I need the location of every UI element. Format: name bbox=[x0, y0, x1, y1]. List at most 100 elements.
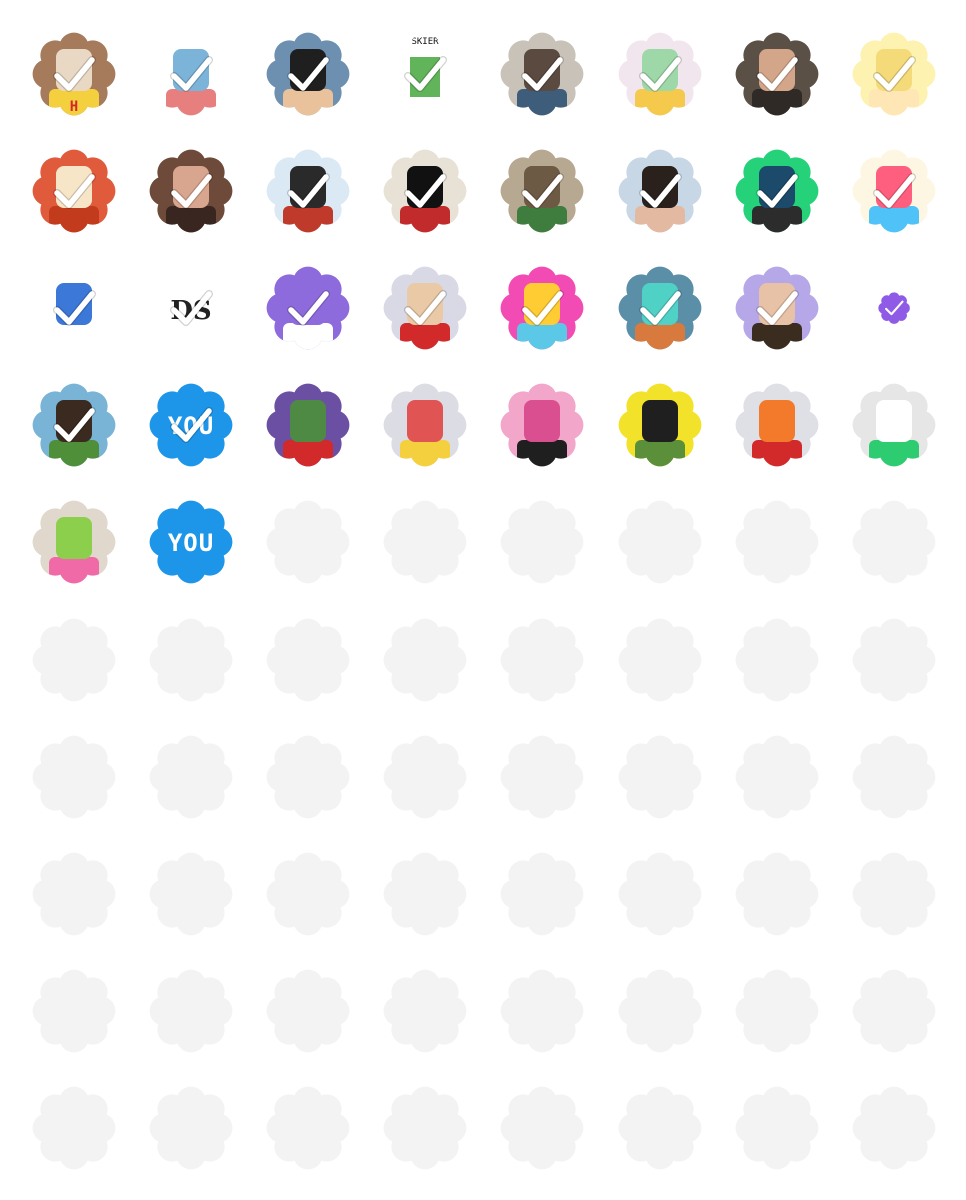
empty-badge-slot[interactable] bbox=[497, 615, 587, 705]
avatar-badge-orange-hair-cartoon[interactable] bbox=[29, 146, 119, 236]
empty-slot-shape bbox=[149, 735, 233, 819]
avatar-body bbox=[635, 323, 685, 350]
empty-badge-slot[interactable] bbox=[380, 849, 470, 939]
empty-slot-shape bbox=[500, 1086, 584, 1170]
avatar-badge-pixel-blonde-woman[interactable] bbox=[849, 29, 939, 119]
empty-badge-slot[interactable] bbox=[380, 966, 470, 1056]
empty-badge-slot[interactable] bbox=[615, 966, 705, 1056]
empty-badge-slot[interactable] bbox=[263, 849, 353, 939]
empty-badge-slot[interactable] bbox=[380, 497, 470, 587]
avatar-body bbox=[517, 89, 567, 116]
avatar-body bbox=[517, 206, 567, 233]
empty-badge-slot[interactable] bbox=[29, 849, 119, 939]
empty-badge-slot[interactable] bbox=[497, 497, 587, 587]
empty-badge-slot[interactable] bbox=[263, 732, 353, 822]
empty-badge-slot[interactable] bbox=[29, 1083, 119, 1173]
avatar-badge-pixel-man-black-hair[interactable] bbox=[263, 29, 353, 119]
avatar-body bbox=[752, 206, 802, 233]
avatar-badge-pixel-pink-pig[interactable] bbox=[497, 380, 587, 470]
empty-slot-shape bbox=[852, 969, 936, 1053]
avatar-badge-pixel-sunglasses-man[interactable] bbox=[380, 263, 470, 353]
avatar-badge-pixel-bearded-man[interactable] bbox=[29, 380, 119, 470]
empty-badge-slot[interactable] bbox=[849, 497, 939, 587]
avatar-badge-floral-collage[interactable] bbox=[146, 29, 236, 119]
empty-badge-slot[interactable] bbox=[732, 849, 822, 939]
avatar-badge-skier-sketch[interactable]: SKIER bbox=[380, 29, 470, 119]
empty-slot-shape bbox=[500, 852, 584, 936]
avatar-badge-pixel-hat-yellow-shirt[interactable]: H bbox=[29, 29, 119, 119]
empty-slot-shape bbox=[383, 969, 467, 1053]
empty-slot-shape bbox=[149, 1086, 233, 1170]
empty-badge-slot[interactable] bbox=[263, 497, 353, 587]
empty-badge-slot[interactable] bbox=[380, 732, 470, 822]
empty-badge-slot[interactable] bbox=[497, 849, 587, 939]
avatar-badge-green-neon-silhouette[interactable] bbox=[732, 146, 822, 236]
avatar-badge-pink-helmet-toy[interactable] bbox=[497, 263, 587, 353]
empty-slot-shape bbox=[383, 618, 467, 702]
empty-badge-slot[interactable] bbox=[380, 1083, 470, 1173]
avatar-badge-pixel-orange-elf[interactable] bbox=[732, 380, 822, 470]
empty-badge-slot[interactable] bbox=[732, 1083, 822, 1173]
empty-badge-slot[interactable] bbox=[849, 849, 939, 939]
empty-slot-shape bbox=[383, 500, 467, 584]
avatar-badge-pixel-green-goblin[interactable] bbox=[29, 497, 119, 587]
empty-slot-shape bbox=[266, 1086, 350, 1170]
avatar-badge-you-badge[interactable]: YOU bbox=[146, 497, 236, 587]
empty-slot-shape bbox=[149, 852, 233, 936]
empty-badge-slot[interactable] bbox=[615, 849, 705, 939]
avatar-badge-purple-verified-badge[interactable] bbox=[263, 263, 353, 353]
empty-badge-slot[interactable] bbox=[497, 966, 587, 1056]
empty-slot-shape bbox=[852, 735, 936, 819]
empty-badge-slot[interactable] bbox=[29, 966, 119, 1056]
avatar-badge-teal-monster-painting[interactable] bbox=[615, 263, 705, 353]
empty-badge-slot[interactable] bbox=[146, 849, 236, 939]
empty-slot-shape bbox=[618, 500, 702, 584]
empty-badge-slot[interactable] bbox=[146, 1083, 236, 1173]
avatar-badge-pixel-man-lavender[interactable] bbox=[732, 263, 822, 353]
avatar-badge-mini-purple-badge[interactable] bbox=[849, 263, 939, 353]
you-label: YOU bbox=[168, 529, 214, 557]
avatar-badge-samurai-dots[interactable] bbox=[380, 146, 470, 236]
empty-badge-slot[interactable] bbox=[849, 615, 939, 705]
avatar-head bbox=[759, 400, 795, 442]
empty-badge-slot[interactable] bbox=[146, 966, 236, 1056]
empty-badge-slot[interactable] bbox=[146, 732, 236, 822]
avatar-badge-pixel-red-glasses[interactable] bbox=[380, 380, 470, 470]
empty-badge-slot[interactable] bbox=[732, 732, 822, 822]
empty-badge-slot[interactable] bbox=[263, 1083, 353, 1173]
avatar-badge-pixel-helmet-green[interactable] bbox=[497, 146, 587, 236]
empty-badge-slot[interactable] bbox=[732, 615, 822, 705]
empty-badge-slot[interactable] bbox=[263, 615, 353, 705]
avatar-badge-green-orc-purple[interactable] bbox=[263, 380, 353, 470]
avatar-badge-pixel-white-yeti[interactable] bbox=[849, 380, 939, 470]
empty-badge-slot[interactable] bbox=[615, 1083, 705, 1173]
empty-badge-slot[interactable] bbox=[380, 615, 470, 705]
avatar-badge-photo-brunette-woman[interactable] bbox=[146, 146, 236, 236]
empty-badge-slot[interactable] bbox=[29, 732, 119, 822]
empty-badge-slot[interactable] bbox=[497, 1083, 587, 1173]
avatar-badge-rainbow-letter-d[interactable] bbox=[849, 146, 939, 236]
empty-badge-slot[interactable] bbox=[146, 615, 236, 705]
empty-badge-slot[interactable] bbox=[615, 497, 705, 587]
empty-badge-slot[interactable] bbox=[849, 732, 939, 822]
empty-badge-slot[interactable] bbox=[849, 1083, 939, 1173]
avatar-badge-you-badge-checked[interactable]: YOU bbox=[146, 380, 236, 470]
avatar-badge-crown-cartoon-smoker[interactable] bbox=[615, 29, 705, 119]
empty-badge-slot[interactable] bbox=[29, 615, 119, 705]
empty-badge-slot[interactable] bbox=[732, 966, 822, 1056]
empty-badge-slot[interactable] bbox=[615, 732, 705, 822]
avatar-badge-photo-man-smiling[interactable] bbox=[732, 29, 822, 119]
avatar-badge-photo-man-bridge[interactable] bbox=[497, 29, 587, 119]
empty-badge-slot[interactable] bbox=[849, 966, 939, 1056]
avatar-badge-pixel-yellow-glasses[interactable] bbox=[615, 380, 705, 470]
avatar-badge-photo-man-dark-hair[interactable] bbox=[615, 146, 705, 236]
empty-badge-slot[interactable] bbox=[732, 497, 822, 587]
avatar-badge-pirate-skull-snow[interactable] bbox=[263, 146, 353, 236]
avatar-badge-blue-drop-face[interactable] bbox=[29, 263, 119, 353]
empty-slot-shape bbox=[500, 735, 584, 819]
empty-slot-shape bbox=[618, 618, 702, 702]
empty-badge-slot[interactable] bbox=[615, 615, 705, 705]
avatar-badge-ds-logo[interactable]: DS bbox=[146, 263, 236, 353]
empty-badge-slot[interactable] bbox=[263, 966, 353, 1056]
empty-badge-slot[interactable] bbox=[497, 732, 587, 822]
